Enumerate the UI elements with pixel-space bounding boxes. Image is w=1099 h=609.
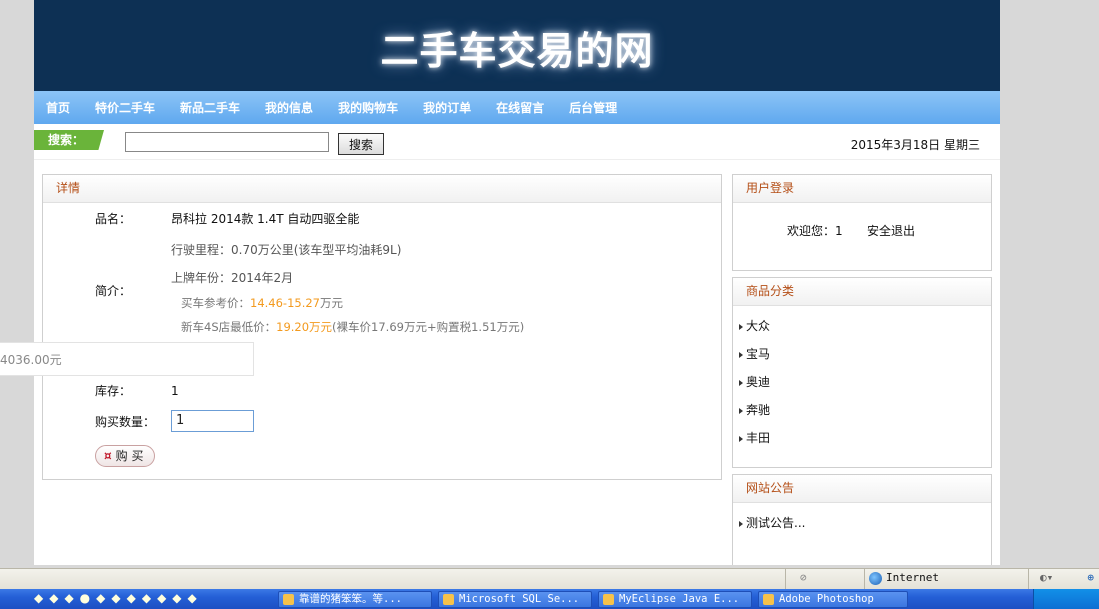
price-popup: 金费用4036.00元 [0,342,254,376]
new-low-value: 19.20万元 [276,320,333,334]
system-tray [1033,589,1099,609]
search-label: 搜索： [34,130,104,150]
category-item[interactable]: 奔驰 [739,396,991,424]
windows-taskbar: ◆◆◆●◆◆◆◆◆◆◆ 靠谱的猪笨笨。等... Microsoft SQL Se… [0,589,1099,609]
nav-new-cars[interactable]: 新品二手车 [180,99,240,116]
category-item[interactable]: 丰田 [739,424,991,452]
photoshop-icon [763,594,774,605]
mileage: 行驶里程：0.70万公里(该车型平均油耗9L) [171,243,402,257]
browser-status-bar: ⊘ Internet ◐▾ ⊕ [0,568,1099,589]
logout-link[interactable]: 安全退出 [867,222,915,239]
current-date: 2015年3月18日 星期三 [850,138,980,152]
login-panel: 用户登录 欢迎您：1 安全退出 [732,174,992,271]
nav-messages[interactable]: 在线留言 [496,99,544,116]
buy-button-label: 购 买 [115,449,144,463]
status-divider [785,569,786,589]
site-title: 二手车交易的网 [380,29,654,73]
myeclipse-icon [603,594,614,605]
status-divider [864,569,865,589]
search-bar: 搜索： 搜索 2015年3月18日 星期三 [34,124,1000,160]
category-list: 大众 宝马 奥迪 奔驰 丰田 [733,312,991,452]
notice-item[interactable]: 测试公告... [739,509,991,537]
category-panel: 商品分类 大众 宝马 奥迪 奔驰 丰田 [732,277,992,468]
buy-ref-value: 14.46-15.27 [250,296,320,310]
new-low-label: 新车4S店最低价： [181,320,277,334]
status-divider [1028,569,1029,589]
buy-ref-label: 买车参考价： [181,296,250,310]
arrow-icon [739,520,743,527]
buy-ref-unit: 万元 [320,296,343,310]
detail-panel: 详情 品名： 昂科拉 2014款 1.4T 自动四驱全能 行驶里程：0.70万公… [42,174,722,480]
privacy-icon: ⊘ [800,571,807,584]
category-item[interactable]: 大众 [739,312,991,340]
name-label: 品名： [95,212,132,226]
sql-icon [443,594,454,605]
page: 二手车交易的网 首页 特价二手车 新品二手车 我的信息 我的购物车 我的订单 在… [34,0,1000,565]
globe-icon [869,571,882,585]
buy-button[interactable]: ¤ 购 买 [95,445,155,467]
quantity-label: 购买数量： [95,415,156,429]
cart-icon: ¤ [104,449,112,463]
nav-special-cars[interactable]: 特价二手车 [95,99,155,116]
login-heading: 用户登录 [733,175,991,203]
task-item[interactable]: Adobe Photoshop [758,591,908,608]
stock-value: 1 [171,384,179,398]
nav-my-orders[interactable]: 我的订单 [423,99,471,116]
task-item[interactable]: Microsoft SQL Se... [438,591,592,608]
notice-list: 测试公告... [733,509,991,537]
category-item[interactable]: 宝马 [739,340,991,368]
quick-launch-icons[interactable]: ◆◆◆●◆◆◆◆◆◆◆ [34,591,203,605]
category-item[interactable]: 奥迪 [739,368,991,396]
arrow-icon [739,407,743,414]
intro-label: 简介： [95,284,132,298]
arrow-icon [739,351,743,358]
task-item[interactable]: MyEclipse Java E... [598,591,752,608]
new-car-lowest-price: 新车4S店最低价：19.20万元(裸车价17.69万元+购置税1.51万元) [181,319,524,335]
browser-icon [283,594,294,605]
detail-heading: 详情 [43,175,721,203]
main-nav: 首页 特价二手车 新品二手车 我的信息 我的购物车 我的订单 在线留言 后台管理 [34,91,1000,124]
site-banner: 二手车交易的网 [34,0,1000,91]
nav-admin[interactable]: 后台管理 [569,99,617,116]
nav-home[interactable]: 首页 [46,99,70,116]
security-zone: Internet [869,571,939,585]
search-button[interactable]: 搜索 [338,133,384,155]
quantity-input[interactable]: 1 [171,410,254,432]
car-name: 昂科拉 2014款 1.4T 自动四驱全能 [171,212,360,226]
task-item[interactable]: 靠谱的猪笨笨。等... [278,591,432,608]
category-heading: 商品分类 [733,278,991,306]
buy-reference-price: 买车参考价：14.46-15.27万元 [181,295,343,311]
nav-my-cart[interactable]: 我的购物车 [338,99,398,116]
protected-mode-icon[interactable]: ◐▾ [1040,571,1053,584]
zoom-icon[interactable]: ⊕ [1087,571,1094,584]
arrow-icon [739,435,743,442]
new-low-detail: (裸车价17.69万元+购置税1.51万元) [332,320,525,334]
welcome-text: 欢迎您：1 [787,224,843,238]
notice-heading: 网站公告 [733,475,991,503]
stock-label: 库存： [95,384,132,398]
search-input[interactable] [125,132,329,152]
notice-panel: 网站公告 测试公告... [732,474,992,565]
arrow-icon [739,379,743,386]
arrow-icon [739,323,743,330]
plate-year: 上牌年份：2014年2月 [171,271,294,285]
nav-my-info[interactable]: 我的信息 [265,99,313,116]
